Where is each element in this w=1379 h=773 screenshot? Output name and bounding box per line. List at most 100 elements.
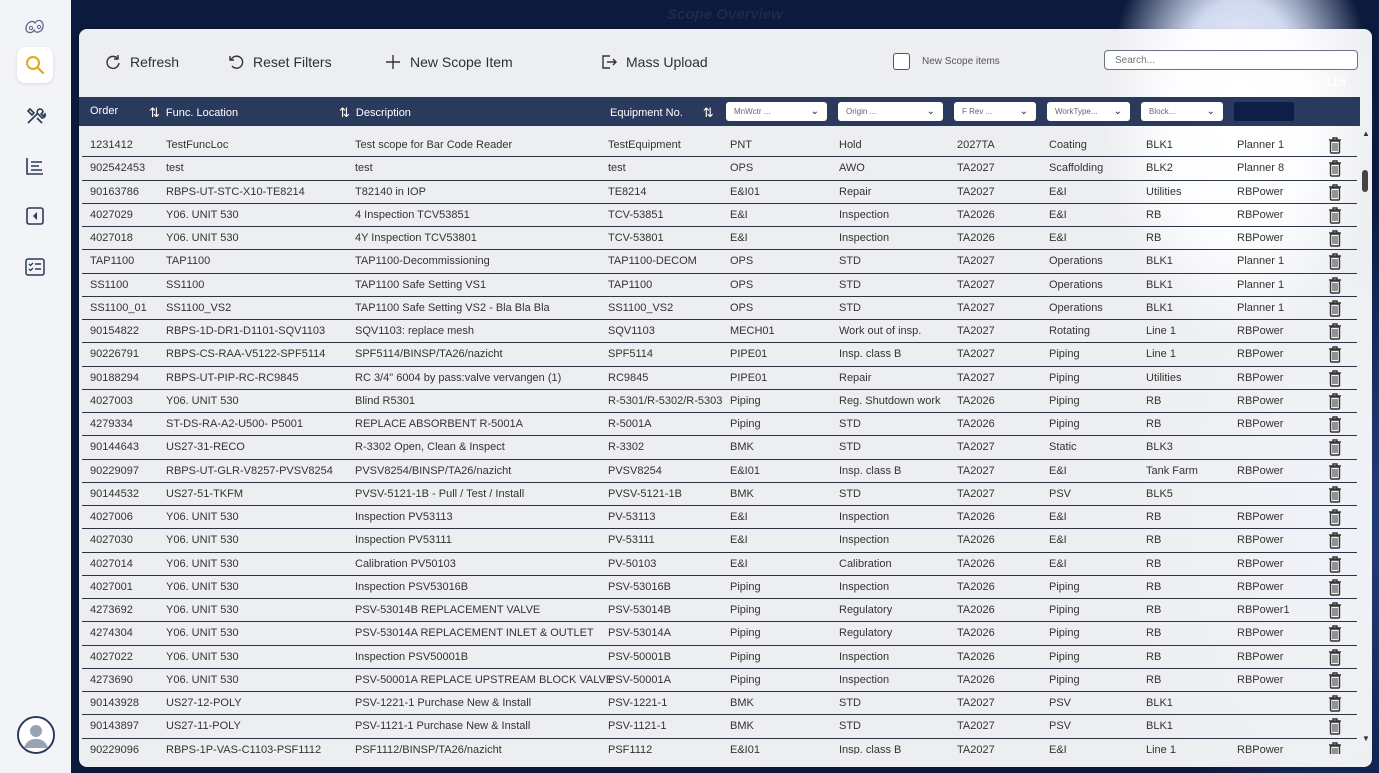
scroll-up-icon[interactable]: ▲: [1362, 129, 1370, 138]
table-row[interactable]: 90229097 RBPS-UT-GLR-V8257-PVSV8254 PVSV82…: [82, 460, 1357, 483]
filter-mnwctr[interactable]: MnWctr ... ⌄: [726, 102, 827, 121]
cell-func-location: Y06. UNIT 530: [166, 394, 239, 407]
column-description[interactable]: ⇅ Description: [339, 105, 411, 121]
cell-description: PVSV8254/BINSP/TA26/nazicht: [355, 464, 512, 477]
delete-icon[interactable]: [1327, 253, 1343, 270]
delete-icon[interactable]: [1327, 648, 1343, 666]
delete-icon[interactable]: [1327, 207, 1343, 224]
delete-icon[interactable]: [1327, 625, 1343, 642]
mass-upload-button[interactable]: Mass Upload: [600, 51, 708, 73]
cell-frev: TA2026: [957, 604, 995, 616]
delete-icon[interactable]: [1327, 718, 1343, 735]
delete-icon[interactable]: [1327, 183, 1343, 201]
table-row[interactable]: 4273692 Y06. UNIT 530 PSV-53014B REPLACEME…: [82, 599, 1357, 623]
table-row[interactable]: 90229096 RBPS-1P-VAS-C1103-PSF1112 PSF1112…: [82, 739, 1357, 755]
table-row[interactable]: 4274304 Y06. UNIT 530 PSV-53014A REPLACEM…: [82, 622, 1357, 646]
delete-icon[interactable]: [1327, 555, 1343, 573]
column-func-location[interactable]: ⇅ Func. Location: [149, 105, 238, 121]
cell-description: Inspection PSV53016B: [355, 580, 469, 593]
column-equipment-no[interactable]: Equipment No. ⇅: [610, 105, 714, 121]
filter-worktype[interactable]: WorkType... ⌄: [1047, 102, 1130, 121]
checklist-icon[interactable]: [17, 249, 53, 285]
delete-icon[interactable]: [1327, 346, 1343, 363]
delete-icon[interactable]: [1327, 741, 1343, 755]
table-row[interactable]: SS1100_01 SS1100_VS2 TAP1100 Safe Setting …: [82, 297, 1357, 320]
cell-frev: TA2026: [957, 394, 995, 407]
collapse-panel-icon[interactable]: [17, 198, 53, 234]
table-row[interactable]: 90154822 RBPS-1D-DR1-D1101-SQV1103 SQV1103…: [82, 320, 1357, 344]
new-scope-item-button[interactable]: New Scope Item: [384, 51, 513, 73]
table-row[interactable]: 90144643 US27-31-RECO R-3302 Open, Clean &…: [82, 436, 1357, 460]
delete-icon[interactable]: [1327, 532, 1343, 549]
delete-icon[interactable]: [1327, 160, 1343, 177]
delete-icon[interactable]: [1327, 230, 1343, 247]
delete-icon[interactable]: [1327, 672, 1343, 689]
refresh-button[interactable]: Refresh: [104, 51, 179, 73]
table-row[interactable]: 4027029 Y06. UNIT 530 4 Inspection TCV5385…: [82, 204, 1357, 227]
delete-icon[interactable]: [1327, 695, 1343, 712]
sort-icon[interactable]: ⇅: [149, 105, 160, 121]
table-row[interactable]: 4027022 Y06. UNIT 530 Inspection PSV50001B…: [82, 646, 1357, 669]
table-row[interactable]: 90226791 RBPS-CS-RAA-V5122-SPF5114 SPF5114…: [82, 343, 1357, 367]
cell-order: 1231412: [90, 139, 133, 151]
cell-worktype: E&I: [1049, 464, 1067, 477]
filter-planner[interactable]: [1234, 102, 1294, 121]
table-row[interactable]: TAP1100 TAP1100 TAP1100-Decommissioning TAP…: [82, 250, 1357, 274]
scope-panel: Refresh Reset Filters New Scope Item Mas…: [79, 29, 1372, 767]
delete-icon[interactable]: [1327, 439, 1343, 456]
sort-icon[interactable]: ⇅: [703, 105, 714, 121]
delete-icon[interactable]: [1327, 300, 1343, 317]
scroll-down-icon[interactable]: ▼: [1362, 734, 1370, 743]
filter-block[interactable]: Block... ⌄: [1141, 102, 1223, 121]
table-row[interactable]: 90144532 US27-51-TKFM PVSV-5121-1B - Pull …: [82, 483, 1357, 506]
table-row[interactable]: 902542453 test test test OPS AWO TA2027 Scaffol…: [82, 157, 1357, 181]
table-row[interactable]: 4279334 ST-DS-RA-A2-U500- P5001 REPLACE AB…: [82, 413, 1357, 437]
table-row[interactable]: 4027030 Y06. UNIT 530 Inspection PV53111 PV…: [82, 529, 1357, 553]
cell-frev: TA2026: [957, 580, 995, 593]
table-row[interactable]: 1231412 TestFuncLoc Test scope for Bar Cod…: [82, 134, 1357, 158]
table-row[interactable]: 90143928 US27-12-POLY PSV-1221-1 Purchase …: [82, 692, 1357, 716]
sort-icon[interactable]: ⇅: [339, 105, 350, 121]
delete-icon[interactable]: [1327, 579, 1343, 596]
table-row[interactable]: 4027003 Y06. UNIT 530 Blind R5301 R-5301/R-…: [82, 390, 1357, 413]
delete-icon[interactable]: [1327, 509, 1343, 526]
column-order[interactable]: Order: [90, 105, 118, 117]
filter-origin[interactable]: Origin ... ⌄: [838, 102, 943, 121]
hierarchy-icon[interactable]: [17, 148, 53, 184]
cell-planner: Planner 8: [1237, 162, 1285, 175]
delete-icon[interactable]: [1327, 137, 1343, 154]
delete-icon[interactable]: [1327, 602, 1343, 619]
cell-worktype: PSV: [1049, 720, 1072, 733]
new-scope-item-label: New Scope Item: [410, 54, 513, 70]
tools-icon[interactable]: [17, 98, 53, 134]
table-row[interactable]: 4027018 Y06. UNIT 530 4Y Inspection TCV538…: [82, 227, 1357, 251]
table-row[interactable]: 4273690 Y06. UNIT 530 PSV-50001A REPLACE …: [82, 669, 1357, 692]
table-row[interactable]: 4027006 Y06. UNIT 530 Inspection PV53113 PV…: [82, 506, 1357, 530]
delete-icon[interactable]: [1327, 462, 1343, 480]
cell-block: RB: [1146, 604, 1162, 616]
delete-icon[interactable]: [1327, 486, 1343, 503]
delete-icon[interactable]: [1327, 276, 1343, 294]
table-row[interactable]: SS1100 SS1100 TAP1100 Safe Setting VS1 TAP1…: [82, 274, 1357, 297]
search-input[interactable]: [1104, 50, 1358, 70]
delete-icon[interactable]: [1327, 416, 1343, 433]
reset-filters-button[interactable]: Reset Filters: [227, 51, 332, 73]
filter-origin-label: Origin ...: [846, 107, 877, 116]
table-row[interactable]: 90188294 RBPS-UT-PIP-RC-RC9845 RC 3/4" 600…: [82, 367, 1357, 390]
table-row[interactable]: 90163786 RBPS-UT-STC-X10-TE8214 T82140 in …: [82, 181, 1357, 204]
cell-func-location: RBPS-UT-GLR-V8257-PVSV8254: [166, 464, 333, 477]
user-avatar[interactable]: [17, 716, 55, 754]
table-row[interactable]: 4027001 Y06. UNIT 530 Inspection PSV53016B…: [82, 576, 1357, 599]
cell-worktype: E&I: [1049, 208, 1067, 221]
table-row[interactable]: 4027014 Y06. UNIT 530 Calibration PV50103 P…: [82, 553, 1357, 576]
cell-origin: Regulatory: [839, 604, 893, 616]
filter-frev[interactable]: F Rev ... ⌄: [954, 102, 1036, 121]
delete-icon[interactable]: [1327, 393, 1343, 410]
scrollbar-thumb[interactable]: [1362, 170, 1368, 192]
new-scope-items-checkbox[interactable]: [893, 53, 910, 70]
delete-icon[interactable]: [1327, 323, 1343, 340]
vertical-scrollbar[interactable]: ▲ ▼: [1361, 129, 1371, 749]
search-nav-icon[interactable]: [17, 47, 53, 83]
table-row[interactable]: 90143897 US27-11-POLY PSV-1121-1 Purchase …: [82, 715, 1357, 739]
delete-icon[interactable]: [1327, 369, 1343, 387]
